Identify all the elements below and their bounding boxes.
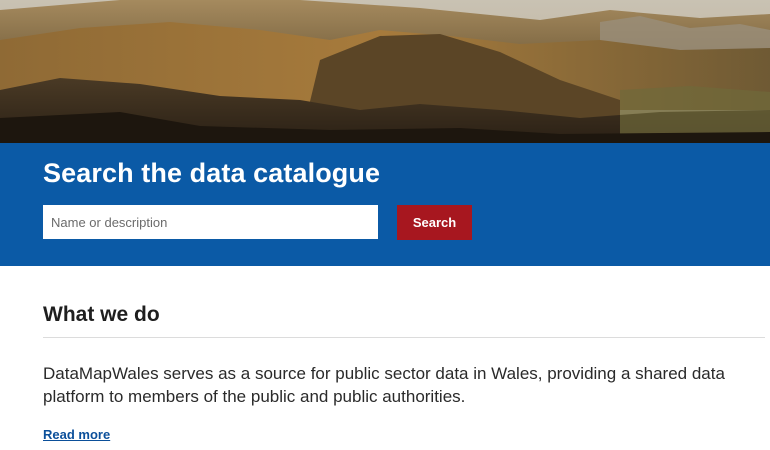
read-more-link[interactable]: Read more (43, 427, 110, 442)
search-button[interactable]: Search (397, 205, 472, 240)
what-we-do-heading: What we do (43, 303, 160, 326)
search-title: Search the data catalogue (43, 158, 381, 188)
hero-banner (0, 0, 770, 143)
mountain-landscape-image (0, 0, 770, 143)
search-section: Search the data catalogue Search (0, 143, 770, 266)
section-divider (43, 337, 765, 338)
search-input[interactable] (43, 205, 378, 239)
about-description: DataMapWales serves as a source for publ… (43, 364, 725, 406)
